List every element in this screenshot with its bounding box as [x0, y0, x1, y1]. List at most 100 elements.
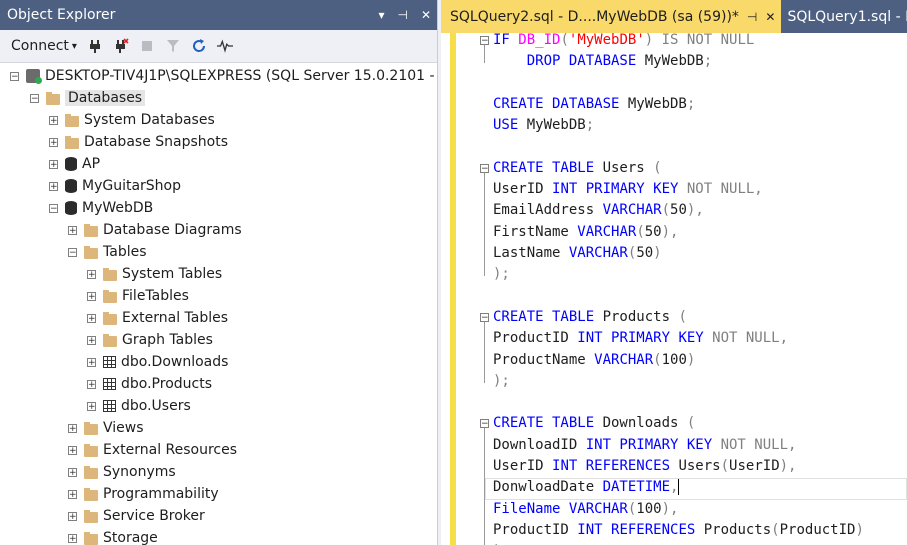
tree-node-synonyms[interactable]: + Synonyms: [68, 461, 176, 483]
code-token: 50: [644, 223, 662, 240]
code-token: (: [661, 202, 671, 219]
activity-monitor-icon[interactable]: [216, 38, 233, 54]
collapse-icon[interactable]: −: [68, 247, 77, 257]
code-token: CREATE TABLE: [493, 415, 603, 432]
expand-icon[interactable]: +: [87, 335, 96, 345]
code-line[interactable]: );: [493, 264, 510, 285]
folder-icon: [84, 443, 98, 457]
disconnect-icon[interactable]: [113, 38, 129, 54]
tree-node-ap[interactable]: + AP: [49, 153, 100, 175]
expand-icon[interactable]: +: [49, 181, 58, 191]
tree-node-label: MyGuitarShop: [82, 178, 182, 194]
tab-sqlquery2[interactable]: SQLQuery2.sql - D....MyWebDB (sa (59))* …: [441, 0, 782, 33]
code-token: UserID: [493, 181, 553, 198]
tree-node-storage[interactable]: + Storage: [68, 527, 158, 545]
tree-node-system-databases[interactable]: + System Databases: [49, 109, 215, 131]
expand-icon[interactable]: +: [87, 401, 96, 411]
expand-icon[interactable]: +: [68, 489, 77, 499]
folder-icon: [46, 91, 60, 105]
tree-node-external-tables[interactable]: + External Tables: [87, 307, 228, 329]
tree-node-dbo-downloads[interactable]: + dbo.Downloads: [87, 351, 228, 373]
collapse-region-icon[interactable]: −: [480, 419, 489, 429]
filter-icon[interactable]: [165, 38, 181, 54]
code-line[interactable]: );: [493, 371, 510, 392]
collapse-region-icon[interactable]: −: [480, 36, 489, 46]
expand-icon[interactable]: +: [87, 379, 96, 389]
expand-icon[interactable]: +: [68, 225, 77, 235]
expand-icon[interactable]: +: [49, 137, 58, 147]
pin-icon[interactable]: ⊣: [747, 10, 757, 24]
code-line[interactable]: DownloadID INT PRIMARY KEY NOT NULL,: [493, 435, 796, 456]
code-token: ProductName: [493, 351, 595, 368]
code-area[interactable]: IF DB_ID('MyWebDB') IS NOT NULL − DROP DA…: [475, 30, 907, 545]
expand-icon[interactable]: +: [49, 159, 58, 169]
tree-node-server[interactable]: − DESKTOP-TIV4J1P\SQLEXPRESS (SQL Server…: [10, 65, 438, 87]
tree-node-label: MyWebDB: [82, 200, 154, 216]
tree-node-label: Service Broker: [103, 508, 205, 524]
tree-node-views[interactable]: + Views: [68, 417, 144, 439]
tree-node-filetables[interactable]: + FileTables: [87, 285, 189, 307]
close-icon[interactable]: ✕: [765, 10, 775, 24]
code-line[interactable]: IF DB_ID('MyWebDB') IS NOT NULL: [493, 30, 754, 51]
code-line[interactable]: UserID INT PRIMARY KEY NOT NULL,: [493, 179, 763, 200]
window-position-icon[interactable]: ▾: [378, 8, 384, 22]
collapse-icon[interactable]: −: [30, 93, 39, 103]
code-token: Products: [602, 308, 679, 325]
tree-node-programmability[interactable]: + Programmability: [68, 483, 219, 505]
tree-node-graph-tables[interactable]: + Graph Tables: [87, 329, 213, 351]
connect-button[interactable]: Connect ▾: [11, 38, 77, 54]
code-line[interactable]: DonwloadDate DATETIME,: [493, 477, 680, 498]
tree-node-dbo-products[interactable]: + dbo.Products: [87, 373, 212, 395]
tree-node-label: DESKTOP-TIV4J1P\SQLEXPRESS (SQL Server 1…: [45, 68, 438, 84]
code-line[interactable]: ProductID INT PRIMARY KEY NOT NULL,: [493, 328, 788, 349]
code-line[interactable]: FileName VARCHAR(100),: [493, 499, 678, 520]
tree-node-external-resources[interactable]: + External Resources: [68, 439, 237, 461]
expand-icon[interactable]: +: [68, 467, 77, 477]
pin-icon[interactable]: ⊣: [397, 8, 407, 22]
connect-label: Connect: [11, 38, 69, 54]
code-line[interactable]: DROP DATABASE MyWebDB;: [493, 51, 712, 72]
code-line[interactable]: CREATE TABLE Users (: [493, 158, 662, 179]
close-icon[interactable]: ✕: [421, 8, 431, 22]
stop-icon[interactable]: [139, 38, 155, 54]
expand-icon[interactable]: +: [68, 533, 77, 543]
code-line[interactable]: );: [493, 541, 510, 545]
collapse-icon[interactable]: −: [49, 203, 58, 213]
connect-plug-icon[interactable]: [87, 38, 103, 54]
code-line[interactable]: EmailAddress VARCHAR(50),: [493, 200, 704, 221]
code-line[interactable]: ProductName VARCHAR(100): [493, 350, 695, 371]
code-line[interactable]: FirstName VARCHAR(50),: [493, 222, 678, 243]
code-line[interactable]: CREATE TABLE Products (: [493, 307, 687, 328]
expand-icon[interactable]: +: [87, 313, 96, 323]
tree-node-tables[interactable]: − Tables: [68, 241, 147, 263]
code-token: ),: [686, 202, 704, 219]
code-line[interactable]: ProductID INT REFERENCES Products(Produc…: [493, 520, 864, 541]
tree-node-mywebdb[interactable]: − MyWebDB: [49, 197, 153, 219]
tree-node-database-snapshots[interactable]: + Database Snapshots: [49, 131, 228, 153]
tree-node-myguitarshop[interactable]: + MyGuitarShop: [49, 175, 181, 197]
collapse-region-icon[interactable]: −: [480, 312, 489, 322]
tree-node-service-broker[interactable]: + Service Broker: [68, 505, 205, 527]
expand-icon[interactable]: +: [87, 269, 96, 279]
collapse-region-icon[interactable]: −: [480, 163, 489, 173]
code-line[interactable]: UserID INT REFERENCES Users(UserID),: [493, 456, 796, 477]
expand-icon[interactable]: +: [49, 115, 58, 125]
tree-node-dbo-users[interactable]: + dbo.Users: [87, 395, 191, 417]
tree-node-label: Programmability: [103, 486, 219, 502]
refresh-icon[interactable]: [191, 38, 207, 54]
expand-icon[interactable]: +: [68, 423, 77, 433]
code-token: ): [653, 245, 662, 261]
expand-icon[interactable]: +: [87, 291, 96, 301]
code-line[interactable]: CREATE TABLE Downloads (: [493, 413, 695, 434]
expand-icon[interactable]: +: [68, 511, 77, 521]
expand-icon[interactable]: +: [68, 445, 77, 455]
tree-node-system-tables[interactable]: + System Tables: [87, 263, 222, 285]
collapse-icon[interactable]: −: [10, 71, 19, 81]
tree-node-databases[interactable]: − Databases: [30, 87, 146, 109]
expand-icon[interactable]: +: [87, 357, 96, 367]
code-line[interactable]: LastName VARCHAR(50): [493, 243, 662, 264]
code-line[interactable]: USE MyWebDB;: [493, 115, 594, 136]
tab-sqlquery1[interactable]: SQLQuery1.sql - DE: [781, 0, 907, 33]
tree-node-database-diagrams[interactable]: + Database Diagrams: [68, 219, 242, 241]
code-line[interactable]: CREATE DATABASE MyWebDB;: [493, 94, 695, 115]
